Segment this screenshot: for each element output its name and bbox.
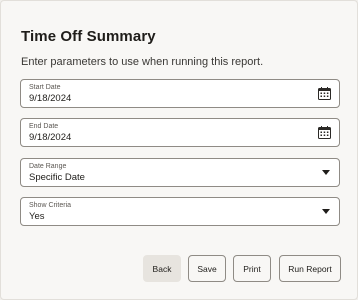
show-criteria-label: Show Criteria [29,202,72,209]
back-button[interactable]: Back [143,255,181,282]
chevron-down-icon[interactable] [322,170,330,176]
time-off-summary-dialog: Time Off Summary Enter parameters to use… [0,0,358,300]
end-date-field[interactable]: End Date 9/18/2024 [20,118,340,147]
page-subtitle: Enter parameters to use when running thi… [21,56,264,68]
show-criteria-value: Yes [29,211,45,222]
start-date-field[interactable]: Start Date 9/18/2024 [20,79,340,108]
date-range-label: Date Range [29,163,67,170]
calendar-icon[interactable] [318,87,331,100]
start-date-label: Start Date [29,84,61,91]
print-button[interactable]: Print [233,255,271,282]
end-date-value: 9/18/2024 [29,132,72,143]
save-button[interactable]: Save [188,255,226,282]
calendar-icon[interactable] [318,126,331,139]
date-range-value: Specific Date [29,172,85,183]
chevron-down-icon[interactable] [322,209,330,215]
end-date-label: End Date [29,123,59,130]
page-title: Time Off Summary [21,28,156,45]
run-report-button[interactable]: Run Report [279,255,341,282]
start-date-value: 9/18/2024 [29,93,72,104]
date-range-select[interactable]: Date Range Specific Date [20,158,340,187]
show-criteria-select[interactable]: Show Criteria Yes [20,197,340,226]
